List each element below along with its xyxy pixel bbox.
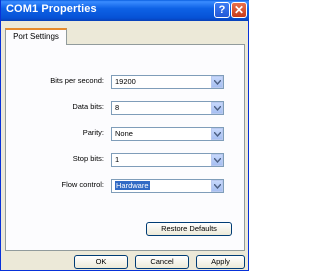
bits-per-second-label: Bits per second: (50, 76, 104, 85)
stop-bits-value: 1 (115, 155, 120, 164)
flow-control-value: Hardware (115, 181, 150, 190)
close-button[interactable]: ✕ (231, 2, 247, 18)
data-bits-value: 8 (115, 103, 120, 112)
help-button[interactable]: ? (214, 2, 230, 18)
com1-properties-dialog: COM1 Properties ? ✕ Port Settings Bits p… (0, 0, 249, 271)
flow-control-select[interactable]: Hardware (111, 179, 224, 193)
stop-bits-label: Stop bits: (72, 154, 104, 163)
bits-per-second-value: 19200 (115, 77, 136, 86)
port-settings-panel: Bits per second: 19200 Data bits: 8 Pari… (5, 44, 245, 251)
data-bits-label: Data bits: (72, 102, 104, 111)
chevron-down-icon[interactable] (211, 76, 223, 88)
title-bar[interactable]: COM1 Properties ? ✕ (1, 0, 249, 21)
tab-port-settings[interactable]: Port Settings (5, 28, 67, 45)
restore-defaults-button[interactable]: Restore Defaults (146, 222, 232, 236)
data-bits-select[interactable]: 8 (111, 101, 224, 115)
flow-control-label: Flow control: (61, 180, 104, 189)
parity-value: None (115, 129, 133, 138)
bits-per-second-select[interactable]: 19200 (111, 75, 224, 89)
parity-select[interactable]: None (111, 127, 224, 141)
chevron-down-icon[interactable] (211, 154, 223, 166)
stop-bits-select[interactable]: 1 (111, 153, 224, 167)
chevron-down-icon[interactable] (211, 180, 223, 192)
apply-button[interactable]: Apply (196, 255, 245, 269)
ok-button[interactable]: OK (74, 255, 128, 269)
chevron-down-icon[interactable] (211, 128, 223, 140)
cancel-button[interactable]: Cancel (135, 255, 189, 269)
chevron-down-icon[interactable] (211, 102, 223, 114)
parity-label: Parity: (82, 128, 104, 137)
window-title: COM1 Properties (6, 3, 97, 15)
